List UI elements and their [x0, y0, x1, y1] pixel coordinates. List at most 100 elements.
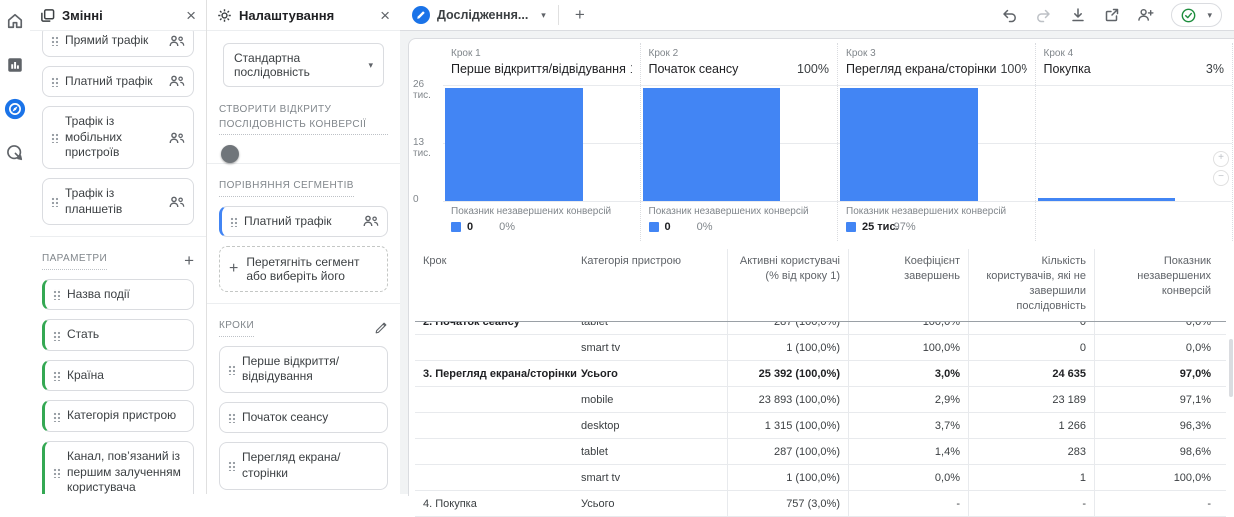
drag-handle-icon[interactable] [228, 412, 235, 424]
legend-color-swatch [846, 222, 856, 232]
open-funnel-label: СТВОРИТИ ВІДКРИТУ ПОСЛІДОВНІСТЬ КОНВЕРСІ… [219, 102, 388, 135]
segment-chip[interactable]: Трафік із планшетів [42, 177, 194, 226]
table-row[interactable]: 3. Перегляд екрана/сторінки Усього 25 39… [415, 361, 1226, 388]
drag-handle-icon[interactable] [51, 132, 58, 144]
table-scrollbar[interactable] [1229, 339, 1233, 397]
drag-handle-icon[interactable] [53, 466, 60, 478]
divider [207, 163, 400, 164]
drag-handle-icon[interactable] [228, 460, 235, 472]
table-row[interactable]: smart tv 1 (100,0%) 100,0% 0 0,0% [415, 335, 1226, 362]
zoom-out-button[interactable]: − [1213, 170, 1229, 186]
drag-handle-icon[interactable] [53, 288, 60, 300]
y-axis-tick: 26 тис. [413, 79, 431, 101]
column-header[interactable]: Категорія пристрою [573, 249, 727, 321]
drag-handle-icon[interactable] [51, 75, 58, 87]
column-header[interactable]: Коефіцієнт завершень [848, 249, 968, 322]
cell-step [415, 465, 573, 490]
funnel-step-header: Крок 4 Покупка 3% [1036, 43, 1233, 88]
redo-icon[interactable] [1035, 7, 1052, 24]
export-icon[interactable] [1103, 7, 1120, 24]
funnel-table: Крок Категорія пристрою Активні користув… [415, 249, 1226, 517]
status-pill[interactable]: ▾ [1171, 3, 1222, 27]
technique-select[interactable]: Стандартна послідовність ▾ [223, 43, 384, 87]
cell-abandonment-rate: 100,0% [1094, 465, 1219, 491]
table-row[interactable]: tablet 287 (100,0%) 1,4% 283 98,6% [415, 439, 1226, 466]
reports-icon[interactable] [4, 54, 26, 76]
add-user-icon[interactable] [1137, 7, 1155, 24]
drag-handle-icon[interactable] [230, 215, 237, 227]
funnel-bar[interactable] [642, 87, 781, 201]
drag-handle-icon[interactable] [51, 196, 58, 208]
funnel-step-label: Крок 3 [846, 48, 876, 59]
cell-active-users: 25 392 (100,0%) [727, 361, 848, 387]
segments-list: Прямий трафік Платний трафік Трафік із м… [42, 31, 194, 226]
steps-section-label: КРОКИ [219, 319, 388, 337]
explore-icon-active[interactable] [4, 98, 26, 120]
zoom-in-button[interactable]: + [1213, 151, 1229, 167]
funnel-bar[interactable] [445, 87, 583, 201]
funnel-step-chip[interactable]: Перше відкриття/відвідування [219, 345, 388, 393]
parameter-chip[interactable]: Категорія пристрою [42, 400, 194, 433]
funnel-step-percent: 100% [1000, 62, 1026, 76]
home-icon[interactable] [4, 10, 26, 32]
funnel-step-label: Крок 2 [648, 48, 679, 59]
status-chevron-down-icon: ▾ [1207, 9, 1212, 20]
parameter-chip[interactable]: Назва події [42, 278, 194, 311]
tab-chevron-down-icon[interactable]: ▾ [541, 10, 546, 21]
funnel-step-name: Покупка [1043, 62, 1091, 76]
table-row[interactable]: mobile 23 893 (100,0%) 2,9% 23 189 97,1% [415, 387, 1226, 414]
add-parameter-button[interactable]: + [184, 252, 194, 269]
cell-device: smart tv [581, 341, 621, 354]
funnel-step-chip[interactable]: Перегляд екрана/сторінки [219, 442, 388, 490]
segment-chip[interactable]: Платний трафік [42, 65, 194, 98]
parameter-chip[interactable]: Стать [42, 319, 194, 351]
toggle-knob [221, 145, 239, 163]
table-row[interactable]: desktop 1 315 (100,0%) 3,7% 1 266 96,3% [415, 413, 1226, 440]
funnel-step-label: Крок 1 [451, 48, 481, 59]
drag-handle-icon[interactable] [53, 410, 60, 422]
segment-chip[interactable]: Трафік із мобільних пристроїв [42, 106, 194, 169]
drag-handle-icon[interactable] [53, 370, 60, 382]
cell-completion-rate: 100,0% [848, 322, 968, 335]
cell-abandonment-rate: 97,0% [1094, 361, 1219, 387]
cell-abandonment-rate: 0,0% [1094, 335, 1219, 361]
tab-exploration[interactable]: Дослідження... ▾ [410, 0, 558, 30]
funnel-step-percent: 100% [797, 62, 829, 76]
new-tab-button[interactable]: + [559, 5, 601, 25]
parameter-chip[interactable]: Канал, пов’язаний із першим залученням к… [42, 441, 194, 494]
cell-device: smart tv [581, 471, 621, 484]
funnel-bar[interactable] [1037, 197, 1176, 201]
variables-close-icon[interactable]: × [186, 7, 196, 24]
table-row[interactable]: 2. Початок сеансу tablet 287 (100,0%) 10… [415, 322, 1226, 336]
table-row[interactable]: smart tv 1 (100,0%) 0,0% 1 100,0% [415, 465, 1226, 492]
cell-step: 4. Покупка [423, 497, 477, 510]
cell-completion-rate: 1,4% [848, 439, 968, 465]
people-icon [169, 132, 185, 144]
column-header[interactable]: Крок [415, 249, 573, 321]
undo-icon[interactable] [1001, 7, 1018, 24]
parameter-chip[interactable]: Країна [42, 359, 194, 392]
advertising-icon[interactable] [4, 142, 26, 164]
cell-device: mobile [581, 393, 614, 406]
segment-drop-zone[interactable]: + Перетягніть сегмент або виберіть його [219, 246, 388, 293]
funnel-step-chip[interactable]: Початок сеансу [219, 401, 388, 434]
applied-segment-chip[interactable]: Платний трафік [219, 205, 388, 238]
funnel-bar[interactable] [840, 87, 978, 201]
settings-close-icon[interactable]: × [380, 7, 390, 24]
column-header[interactable]: Кількість користувачів, які не завершили… [968, 249, 1094, 322]
download-icon[interactable] [1069, 7, 1086, 24]
drag-handle-icon[interactable] [228, 363, 235, 375]
drag-handle-icon[interactable] [51, 35, 58, 47]
column-header[interactable]: Показник незавершених конверсій [1094, 249, 1219, 322]
funnel-legend: Показник незавершених конверсій 0 0% [443, 201, 640, 251]
edit-steps-pencil-icon[interactable] [374, 321, 388, 335]
segment-chip[interactable]: Прямий трафік [42, 31, 194, 57]
cell-abandonments: 0 [968, 335, 1094, 361]
legend-title: Показник незавершених конверсій [648, 206, 809, 217]
cell-abandonments: 23 189 [968, 387, 1094, 413]
funnel-step-header: Крок 1 Перше відкриття/відвідування 100% [443, 43, 640, 88]
table-row[interactable]: 4. Покупка Усього 757 (3,0%) - - - [415, 491, 1226, 517]
cell-step [415, 387, 573, 412]
drag-handle-icon[interactable] [53, 329, 60, 341]
column-header[interactable]: Активні користувачі (% від кроку 1) [727, 249, 848, 322]
